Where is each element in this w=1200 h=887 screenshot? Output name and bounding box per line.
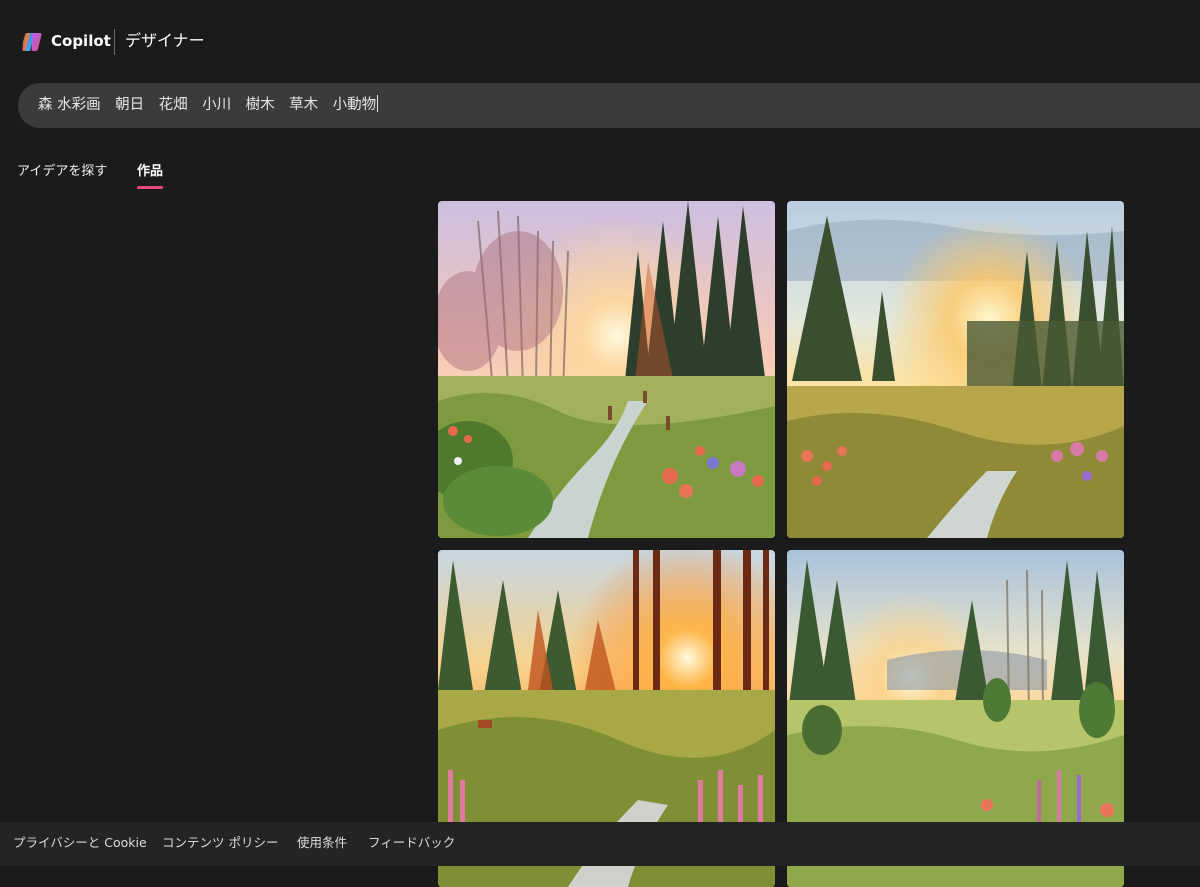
footer-link-content-policy[interactable]: コンテンツ ポリシー [162, 835, 278, 851]
generated-image-2[interactable] [787, 201, 1124, 538]
text-caret [377, 95, 379, 112]
product-name: デザイナー [125, 31, 205, 50]
generated-image-2-art [787, 201, 1124, 538]
prompt-input-value: 森 水彩画 朝日 花畑 小川 樹木 草木 小動物 [38, 97, 377, 113]
active-tab-underline [137, 186, 163, 189]
prompt-input[interactable]: 森 水彩画 朝日 花畑 小川 樹木 草木 小動物 [38, 95, 379, 115]
tab-creations[interactable]: 作品 [137, 163, 163, 181]
generated-image-1[interactable] [438, 201, 775, 538]
footer-link-terms[interactable]: 使用条件 [297, 835, 347, 851]
header-divider [114, 29, 115, 55]
app-header: Copilot デザイナー [0, 0, 1200, 80]
copilot-logo-icon[interactable] [20, 30, 44, 54]
brand-name: Copilot [51, 32, 111, 50]
footer-link-feedback[interactable]: フィードバック [368, 835, 455, 851]
prompt-search-bar[interactable]: 森 水彩画 朝日 花畑 小川 樹木 草木 小動物 [18, 83, 1200, 128]
tab-explore-ideas[interactable]: アイデアを探す [17, 163, 107, 181]
footer-link-privacy[interactable]: プライバシーと Cookie [13, 835, 147, 851]
footer: プライバシーと Cookie コンテンツ ポリシー 使用条件 フィードバック [0, 822, 1200, 866]
generated-image-1-art [438, 201, 775, 538]
